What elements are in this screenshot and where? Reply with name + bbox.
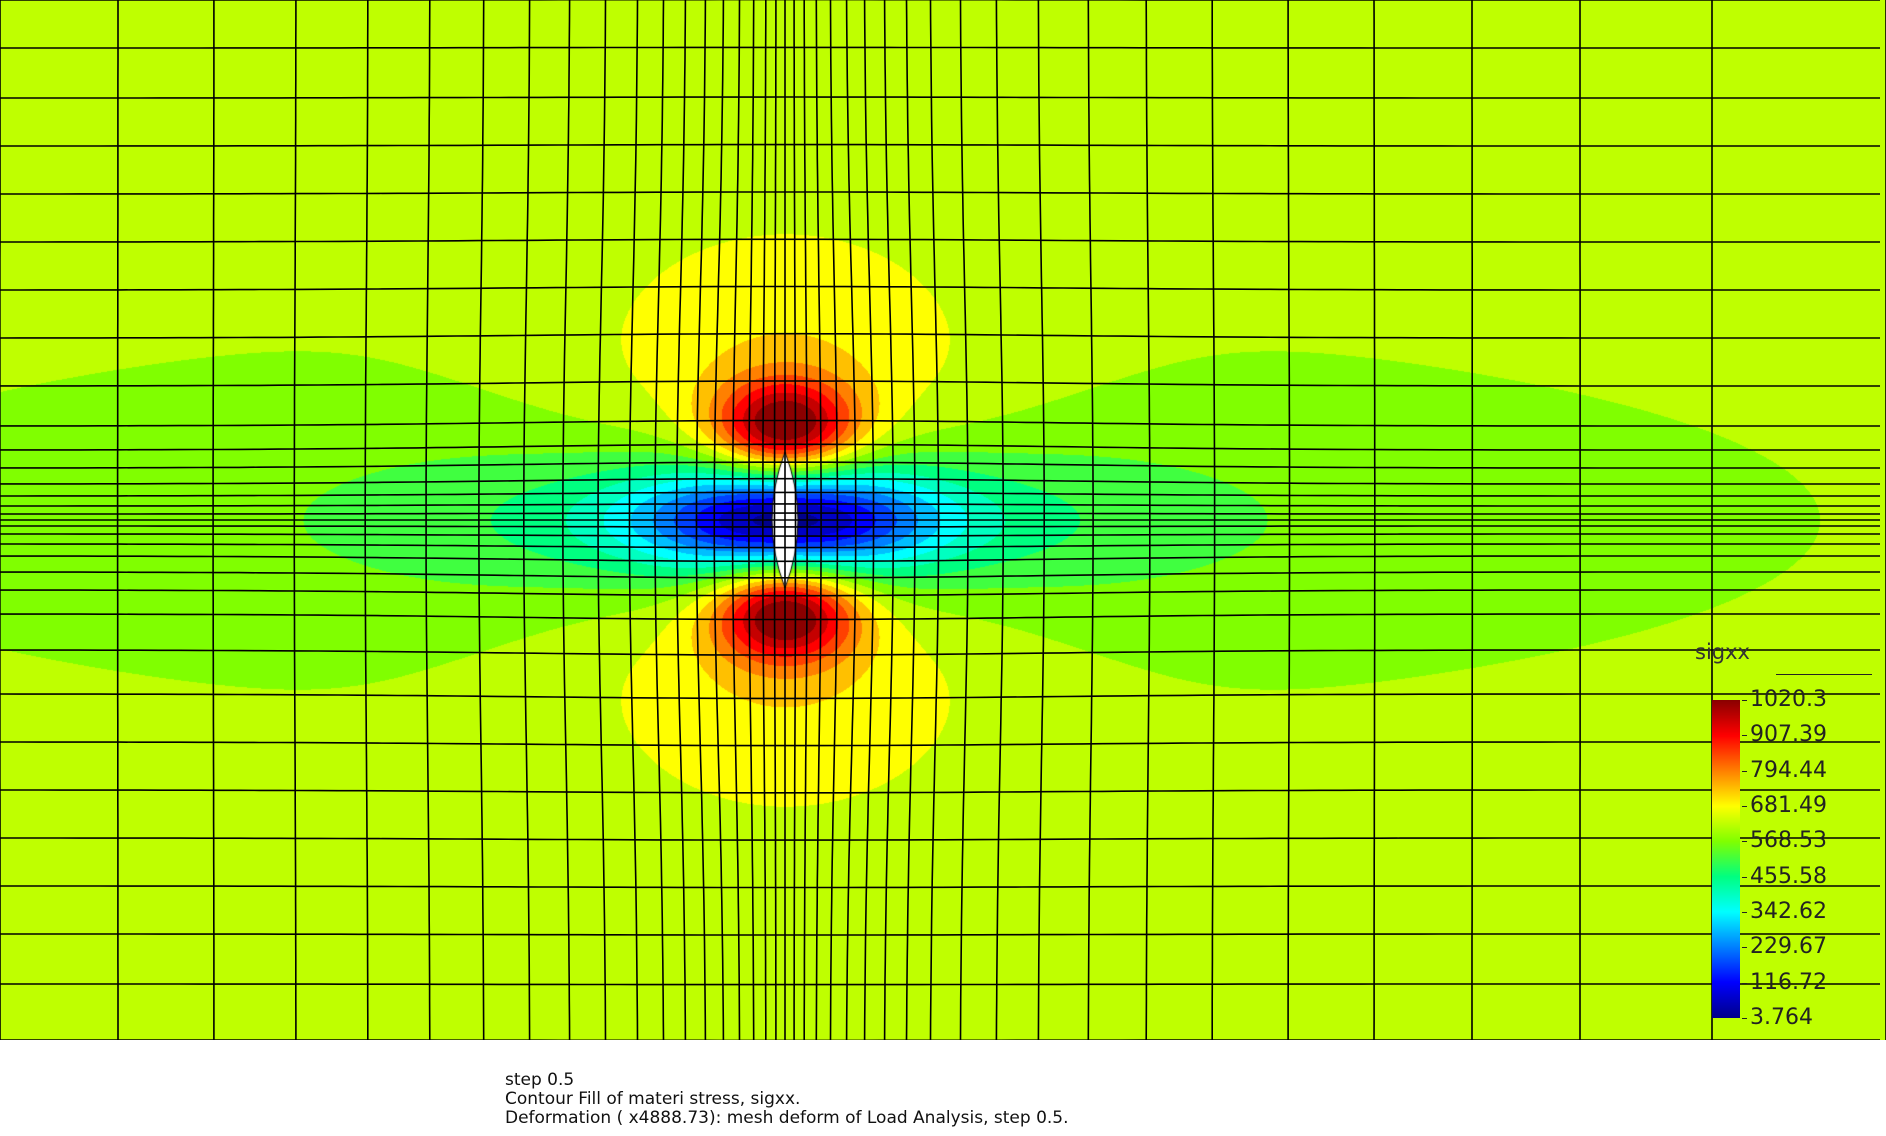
legend-title: sigxx [1695, 640, 1750, 664]
mesh-row-line [0, 533, 1880, 537]
legend-tick [1742, 735, 1747, 737]
legend-tick [1742, 1018, 1747, 1019]
mesh-row-line [0, 477, 1880, 485]
mesh-row-line [0, 512, 1880, 515]
legend-tick [1742, 806, 1747, 807]
legend-tick [1742, 947, 1747, 949]
legend-tick [1742, 841, 1747, 843]
mesh-row-line [0, 419, 1880, 427]
mesh-row-line [0, 96, 1880, 99]
mesh-row-line [0, 443, 1880, 451]
legend-tick [1742, 912, 1747, 913]
legend-color-bar [1712, 700, 1740, 1018]
legend-tick [1742, 770, 1747, 772]
legend-label: 3.764 [1750, 1005, 1813, 1030]
mesh-row-line [0, 789, 1880, 794]
mesh-row-line [0, 649, 1880, 656]
legend-tick [1742, 700, 1747, 701]
mesh-row-line [0, 332, 1880, 339]
color-legend: sigxx 1020.3 907.39 794.44 681.49 568.53 455.… [1690, 640, 1880, 1030]
legend-label: 455.58 [1750, 863, 1827, 889]
mesh-row-line [0, 571, 1880, 579]
mesh-row-line [0, 285, 1880, 291]
mesh-row-line [0, 238, 1880, 243]
mesh-row-line [0, 555, 1880, 563]
mesh-row-line [0, 191, 1880, 195]
mesh-row-line [0, 461, 1880, 469]
mesh-row-line [0, 46, 1880, 49]
mesh-row-line [0, 741, 1880, 747]
legend-label: 116.72 [1750, 969, 1827, 995]
mesh-row-line [0, 983, 1880, 986]
legend-tick [1742, 982, 1747, 984]
mesh-row-line [0, 143, 1880, 147]
contour-plot-viewport[interactable] [0, 0, 1886, 1040]
mesh-row-line [0, 837, 1880, 841]
legend-label: 907.39 [1750, 722, 1827, 748]
mesh-row-line [0, 543, 1880, 549]
legend-label: 681.49 [1750, 793, 1827, 818]
legend-label: 794.44 [1750, 757, 1827, 783]
legend-label: 1020.3 [1750, 687, 1827, 712]
caption-deformation-description: Deformation ( x4888.73): mesh deform of … [505, 1108, 1069, 1128]
plot-caption: step 0.5 Contour Fill of materi stress, … [505, 1071, 1069, 1128]
mesh-row-line [0, 693, 1880, 700]
mesh-row-line [0, 491, 1880, 497]
legend-label: 229.67 [1750, 934, 1827, 960]
mesh-row-line [0, 380, 1880, 387]
legend-label: 342.62 [1750, 899, 1827, 924]
legend-title-underline [1776, 674, 1872, 675]
mesh-row-line [0, 503, 1880, 507]
caption-contour-description: Contour Fill of materi stress, sigxx. [505, 1089, 801, 1109]
caption-step: step 0.5 [505, 1070, 575, 1090]
mesh-overlay [0, 0, 1886, 1040]
mesh-row-line [0, 885, 1880, 889]
legend-label: 568.53 [1750, 828, 1827, 854]
mesh-row-line [0, 589, 1880, 597]
mesh-row-line [0, 613, 1880, 621]
legend-tick [1742, 876, 1747, 878]
mesh-row-line [0, 525, 1880, 528]
mesh-row-line [0, 933, 1880, 936]
